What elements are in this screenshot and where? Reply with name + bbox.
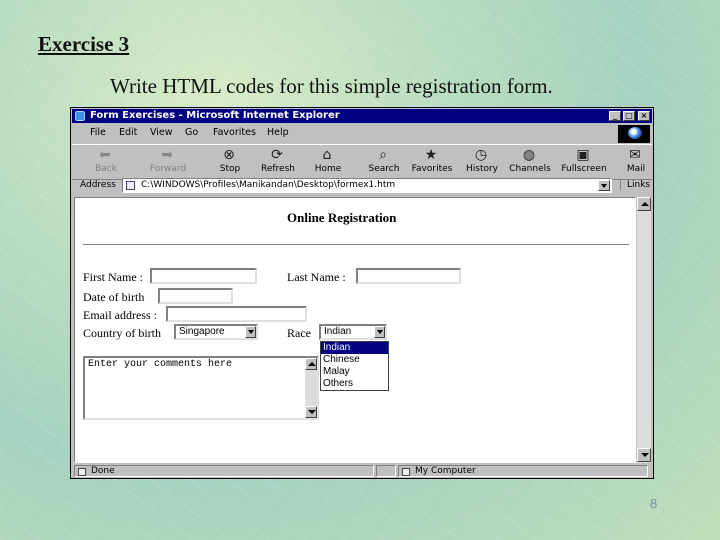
menu-view[interactable]: View	[150, 127, 173, 138]
country-select[interactable]: Singapore	[174, 324, 258, 340]
mail-label: Mail	[626, 164, 646, 174]
address-dropdown-button[interactable]	[598, 180, 610, 191]
country-label: Country of birth	[83, 326, 161, 340]
menu-edit[interactable]: Edit	[119, 127, 137, 138]
page-scroll-up-button[interactable]	[637, 197, 651, 211]
zone-text: My Computer	[415, 466, 476, 476]
menu-go[interactable]: Go	[185, 127, 198, 138]
fullscreen-label: Fullscreen	[561, 164, 607, 174]
menu-favorites[interactable]: Favorites	[213, 127, 256, 138]
mail-icon: ✉	[629, 147, 641, 163]
back-label: Back	[95, 164, 117, 174]
minimize-button[interactable]: _	[609, 111, 621, 121]
race-selected-value: Indian	[324, 326, 352, 337]
address-text: C:\WINDOWS\Profiles\Manikandan\Desktop\f…	[141, 180, 396, 190]
search-label: Search	[368, 164, 400, 174]
search-button[interactable]: ⌕ Search	[360, 147, 408, 177]
comments-placeholder-text: Enter your comments here	[88, 359, 233, 370]
race-option-malay[interactable]: Malay	[321, 366, 388, 378]
home-label: Home	[314, 164, 342, 174]
close-button[interactable]: ×	[638, 111, 650, 121]
race-option-indian[interactable]: Indian	[321, 342, 388, 354]
refresh-label: Refresh	[261, 164, 295, 174]
dob-input[interactable]	[158, 288, 233, 304]
stop-icon: ⊗	[223, 147, 235, 163]
slide-subtitle: Write HTML codes for this simple registr…	[110, 74, 553, 98]
home-button[interactable]: ⌂ Home	[304, 147, 352, 177]
textarea-scrollbar[interactable]	[305, 358, 317, 418]
race-option-chinese[interactable]: Chinese	[321, 354, 388, 366]
textarea-scroll-up-button[interactable]	[305, 358, 317, 370]
race-select[interactable]: Indian	[319, 324, 387, 340]
standard-toolbar: ⬅ Back ➡ Forward ⊗ Stop ⟳ Refresh ⌂ Home…	[72, 144, 652, 180]
textarea-scroll-down-button[interactable]	[305, 406, 317, 418]
email-input[interactable]	[166, 306, 307, 322]
back-button[interactable]: ⬅ Back	[82, 147, 130, 177]
ie-throbber-logo	[618, 125, 650, 143]
first-name-label: First Name :	[83, 270, 143, 284]
status-text: Done	[91, 466, 115, 476]
channels-button[interactable]: ◍ Channels	[506, 147, 554, 177]
back-arrow-icon: ⬅	[99, 147, 111, 163]
first-name-input[interactable]	[150, 268, 257, 284]
race-label: Race	[287, 326, 311, 340]
menu-bar: File Edit View Go Favorites Help	[72, 124, 652, 143]
mail-button[interactable]: ✉ Mail	[612, 147, 660, 177]
status-pane: Done	[74, 465, 374, 477]
refresh-button[interactable]: ⟳ Refresh	[254, 147, 302, 177]
horizontal-rule	[83, 244, 629, 246]
page-scroll-down-button[interactable]	[637, 448, 651, 462]
slide-page-number: 8	[650, 496, 658, 511]
ie-app-icon	[75, 111, 85, 121]
history-icon: ◷	[474, 147, 488, 163]
status-pane-empty-1	[376, 465, 396, 477]
home-icon: ⌂	[322, 147, 332, 163]
channels-label: Channels	[509, 164, 551, 174]
last-name-input[interactable]	[356, 268, 461, 284]
favorites-icon: ★	[424, 147, 438, 163]
window-titlebar[interactable]: Form Exercises - Microsoft Internet Expl…	[72, 109, 652, 123]
favorites-button[interactable]: ★ Favorites	[408, 147, 456, 177]
race-option-others[interactable]: Others	[321, 378, 388, 390]
status-bar: Done My Computer	[72, 464, 652, 478]
forward-arrow-icon: ➡	[161, 147, 173, 163]
address-input[interactable]: C:\WINDOWS\Profiles\Manikandan\Desktop\f…	[122, 178, 612, 193]
menu-help[interactable]: Help	[267, 127, 289, 138]
comments-textarea[interactable]: Enter your comments here	[83, 356, 319, 420]
stop-button[interactable]: ⊗ Stop	[206, 147, 254, 177]
form-heading: Online Registration	[287, 210, 397, 225]
links-button[interactable]: Links	[620, 180, 650, 190]
last-name-label: Last Name :	[287, 270, 346, 284]
race-dropdown-list: Indian Chinese Malay Others	[320, 341, 389, 391]
zone-pane: My Computer	[398, 465, 648, 477]
channels-icon: ◍	[522, 147, 536, 163]
email-label: Email address :	[83, 308, 157, 322]
stop-label: Stop	[219, 164, 241, 174]
address-bar: Address C:\WINDOWS\Profiles\Manikandan\D…	[72, 178, 652, 194]
race-dropdown-arrow[interactable]	[374, 326, 385, 338]
forward-label: Forward	[149, 164, 187, 174]
maximize-button[interactable]: □	[623, 111, 635, 121]
page-content: Online Registration First Name : Last Na…	[74, 197, 636, 463]
address-label: Address	[80, 180, 116, 190]
history-button[interactable]: ◷ History	[458, 147, 506, 177]
page-done-icon	[78, 468, 86, 476]
history-label: History	[465, 164, 499, 174]
country-selected-value: Singapore	[179, 326, 225, 337]
browser-window: Form Exercises - Microsoft Internet Expl…	[70, 107, 654, 479]
dob-label: Date of birth	[83, 290, 145, 304]
fullscreen-button[interactable]: ▣ Fullscreen	[560, 147, 608, 177]
refresh-icon: ⟳	[271, 147, 283, 163]
computer-icon	[402, 468, 410, 476]
window-title: Form Exercises - Microsoft Internet Expl…	[90, 110, 340, 121]
search-icon: ⌕	[379, 147, 387, 163]
favorites-label: Favorites	[411, 164, 453, 174]
menu-file[interactable]: File	[90, 127, 106, 138]
forward-button[interactable]: ➡ Forward	[144, 147, 192, 177]
page-scrollbar[interactable]	[636, 197, 651, 463]
fullscreen-icon: ▣	[576, 147, 590, 163]
page-icon	[126, 181, 135, 190]
slide-title: Exercise 3	[38, 32, 130, 56]
country-dropdown-arrow[interactable]	[245, 326, 256, 338]
